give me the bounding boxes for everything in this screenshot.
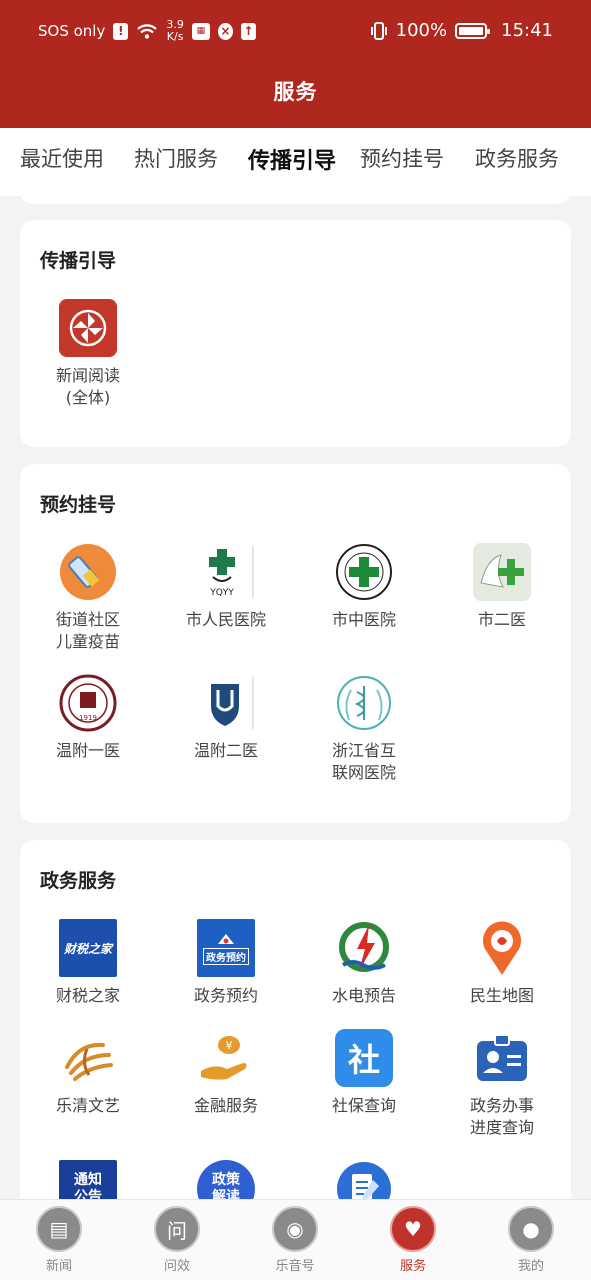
section-title: 预约挂号 [40,494,117,516]
app-header: SOS only ! 3.9 K/s ▦ × ↑ 100% 15:41 服务 [0,0,591,128]
service-label: 水电预告 [331,986,396,1005]
wenfu-first-icon: 1919 [59,674,117,732]
bottom-navigation: ▤ 新闻 问 问效 ◉ 乐音号 ♥ 服务 ● 我的 [0,1199,591,1280]
service-internet-hospital[interactable]: 浙江省互 联网医院 [296,674,432,784]
nav-services[interactable]: ♥ 服务 [363,1206,463,1274]
nav-label: 我的 [517,1259,544,1274]
clock: 15:41 [501,20,553,41]
service-label: 市人民医院 [185,610,266,629]
service-label: 政务预约 [193,986,258,1005]
service-social-security[interactable]: 社 社保查询 [296,1029,432,1117]
satellite-icon: ◉ [272,1206,318,1252]
tab-guidance[interactable]: 传播引导 [248,143,336,175]
service-peoples-hospital[interactable]: YQYY 市人民医院 [158,543,294,631]
service-label: 市中医院 [331,610,396,629]
water-power-icon [335,919,393,977]
social-security-icon: 社 [335,1029,393,1087]
service-label: 民生地图 [469,986,534,1005]
tab-government[interactable]: 政务服务 [475,143,559,173]
battery-icon [455,22,491,39]
appointment-section: 预约挂号 街道社区 儿童疫苗 YQYY 市人民医院 市中医院 市二医 1919 … [20,464,571,823]
section-title: 政务服务 [40,870,117,892]
status-bar: SOS only ! 3.9 K/s ▦ × ↑ 100% 15:41 [0,0,591,66]
carrier-text: SOS only [38,22,106,40]
service-label: 金融服务 [193,1096,258,1115]
alert-icon: ! [113,22,129,40]
service-tax-home[interactable]: 财税之家 财税之家 [20,919,156,1007]
upload-icon: ↑ [240,22,256,40]
service-label: 市二医 [477,610,526,629]
tax-home-icon: 财税之家 [59,919,117,977]
service-second-hospital[interactable]: 市二医 [434,543,570,631]
nav-profile[interactable]: ● 我的 [481,1206,581,1274]
question-icon: 问 [154,1206,200,1252]
previous-section-card [20,178,571,204]
service-water-power[interactable]: 水电预告 [296,919,432,1007]
service-tcm-hospital[interactable]: 市中医院 [296,543,432,631]
tab-recent[interactable]: 最近使用 [20,143,104,173]
service-label: 温附二医 [193,741,258,760]
progress-query-icon [473,1029,531,1087]
pinwheel-icon [59,299,117,357]
app-notification-icon: ▦ [191,22,210,40]
shield-icon: × [217,22,233,40]
battery-percent: 100% [395,20,448,41]
tab-appointment[interactable]: 预约挂号 [360,143,444,173]
service-wenfu-second[interactable]: 温附二医 [158,674,294,762]
news-icon: ▤ [36,1206,82,1252]
service-label: 新闻阅读 (全体) [55,366,120,407]
net-speed: 3.9 K/s [166,18,184,43]
service-livelihood-map[interactable]: 民生地图 [434,919,570,1007]
svg-text:YQYY: YQYY [209,588,234,598]
government-section: 政务服务 财税之家 财税之家 政务预约 政务预约 水电预告 民生地图 乐清文艺 … [20,840,571,1240]
page-title: 服务 [273,80,318,104]
service-vaccine[interactable]: 街道社区 儿童疫苗 [20,543,156,653]
service-label: 街道社区 儿童疫苗 [55,610,120,651]
svg-text:1919: 1919 [79,714,97,722]
service-progress-query[interactable]: 政务办事 进度查询 [434,1029,570,1139]
finance-icon: ¥ [197,1029,255,1087]
service-label: 社保查询 [331,1096,396,1115]
guidance-section: 传播引导 新闻阅读 (全体) [20,220,571,447]
service-news-reading[interactable]: 新闻阅读 (全体) [20,299,156,409]
profile-icon: ● [508,1206,554,1252]
nav-label: 问效 [163,1259,190,1274]
nav-news[interactable]: ▤ 新闻 [9,1206,109,1274]
second-hospital-icon [473,543,531,601]
service-finance[interactable]: ¥ 金融服务 [158,1029,294,1117]
service-gov-appointment[interactable]: 政务预约 政务预约 [158,919,294,1007]
nav-label: 服务 [399,1259,426,1274]
nav-leyin[interactable]: ◉ 乐音号 [245,1206,345,1274]
vaccine-icon [59,543,117,601]
wenfu-second-icon [197,674,255,732]
tab-popular[interactable]: 热门服务 [134,143,218,173]
gov-appointment-icon: 政务预约 [197,919,255,977]
nav-label: 新闻 [45,1259,72,1274]
nav-questions[interactable]: 问 问效 [127,1206,227,1274]
service-label: 政务办事 进度查询 [469,1096,534,1137]
service-label: 浙江省互 联网医院 [331,741,396,782]
map-pin-icon [473,919,531,977]
yueqing-art-icon [59,1029,117,1087]
service-label: 温附一医 [55,741,120,760]
service-wenfu-first[interactable]: 1919 温附一医 [20,674,156,762]
service-label: 财税之家 [55,986,120,1005]
internet-hospital-icon [335,674,393,732]
nav-label: 乐音号 [275,1259,315,1274]
yqyy-hospital-icon: YQYY [197,543,255,601]
tcm-hospital-icon [335,543,393,601]
service-yueqing-art[interactable]: 乐清文艺 [20,1029,156,1117]
wifi-icon [137,24,158,39]
heart-hands-icon: ♥ [390,1206,436,1252]
service-label: 乐清文艺 [55,1096,120,1115]
vibrate-icon [370,21,387,40]
svg-text:¥: ¥ [226,1039,233,1052]
section-title: 传播引导 [40,250,117,272]
